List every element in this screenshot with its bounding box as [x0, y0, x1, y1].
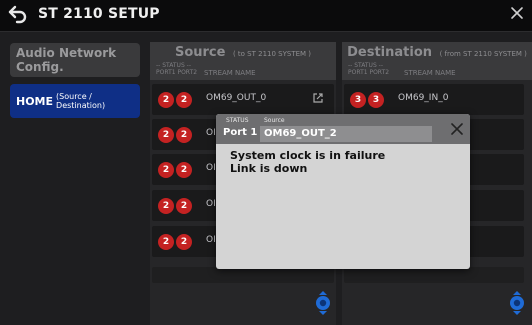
status-label: -- STATUS -- [156, 62, 191, 69]
dialog-message: System clock is in failure [230, 149, 386, 162]
destination-row-partial[interactable] [344, 267, 524, 283]
status-label: -- STATUS -- [348, 62, 383, 69]
dialog-source-value: OM69_OUT_2 [264, 128, 337, 139]
port1-status-badge: 2 [158, 234, 174, 250]
screen: ST 2110 SETUP Audio Network Config. HOME… [0, 0, 532, 325]
dialog-port: Port 1 [223, 127, 258, 138]
port1-status-badge: 3 [350, 92, 366, 108]
destination-panel-header: Destination ( from ST 2110 SYSTEM ) -- S… [342, 42, 532, 80]
dialog-status-label: STATUS [226, 117, 249, 124]
source-title-text: Source [174, 45, 226, 60]
sidebar-item-label: HOME [16, 94, 54, 108]
port2-status-badge: 3 [368, 92, 384, 108]
stream-name: OI [206, 199, 216, 209]
header-bar: ST 2110 SETUP [0, 0, 532, 32]
port1-status-badge: 2 [158, 162, 174, 178]
sidebar-item-audio-network-config[interactable]: Audio Network Config. [10, 43, 140, 77]
stream-name: OM69_IN_0 [398, 93, 449, 103]
destination-title: Destination ( from ST 2110 SYSTEM ) [342, 45, 532, 60]
ports-label: PORT1 PORT2 [156, 69, 198, 76]
stream-name: OI [206, 163, 216, 173]
stream-name: OI [206, 235, 216, 245]
sidebar-item-label: Audio Network Config. [16, 46, 117, 74]
destination-row[interactable]: 3 3 OM69_IN_0 [344, 84, 524, 115]
external-link-icon[interactable] [312, 92, 324, 104]
sidebar-item-home[interactable]: HOME (Source / Destination) [10, 84, 140, 118]
port1-status-badge: 2 [158, 92, 174, 108]
port1-status-badge: 2 [158, 198, 174, 214]
source-subtitle: ( to ST 2110 SYSTEM ) [232, 50, 312, 58]
port2-status-badge: 2 [176, 92, 192, 108]
dialog-source-box: OM69_OUT_2 [260, 126, 432, 142]
source-row[interactable]: 2 2 OM69_OUT_0 [152, 84, 334, 115]
destination-status-header: -- STATUS -- PORT1 PORT2 [348, 62, 389, 76]
close-icon[interactable] [508, 4, 526, 22]
dialog-message: Link is down [230, 162, 308, 175]
page-title: ST 2110 SETUP [38, 6, 160, 22]
source-title: Source ( to ST 2110 SYSTEM ) [150, 45, 336, 60]
source-row-partial[interactable] [152, 267, 334, 283]
back-arrow-icon[interactable] [7, 4, 29, 26]
port2-status-badge: 2 [176, 234, 192, 250]
scroll-knob-icon[interactable] [314, 290, 332, 316]
destination-subtitle: ( from ST 2110 SYSTEM ) [439, 50, 527, 58]
stream-name: OM69_OUT_0 [206, 93, 267, 103]
sidebar-item-sublabel: (Source / Destination) [56, 92, 106, 110]
stream-name: OI [206, 128, 216, 138]
stream-name-header: STREAM NAME [404, 69, 456, 77]
destination-title-text: Destination [347, 45, 433, 60]
dialog-source-label: Source [264, 117, 285, 124]
port1-status-badge: 2 [158, 127, 174, 143]
scroll-knob-icon[interactable] [508, 290, 526, 316]
status-dialog-header: STATUS Source Port 1 OM69_OUT_2 [216, 114, 470, 144]
status-dialog: STATUS Source Port 1 OM69_OUT_2 System c… [216, 114, 470, 269]
port2-status-badge: 2 [176, 162, 192, 178]
port2-status-badge: 2 [176, 127, 192, 143]
port2-status-badge: 2 [176, 198, 192, 214]
source-panel-header: Source ( to ST 2110 SYSTEM ) -- STATUS -… [150, 42, 336, 80]
close-icon[interactable] [450, 122, 464, 136]
ports-label: PORT1 PORT2 [348, 69, 390, 76]
stream-name-header: STREAM NAME [204, 69, 256, 77]
source-status-header: -- STATUS -- PORT1 PORT2 [156, 62, 197, 76]
